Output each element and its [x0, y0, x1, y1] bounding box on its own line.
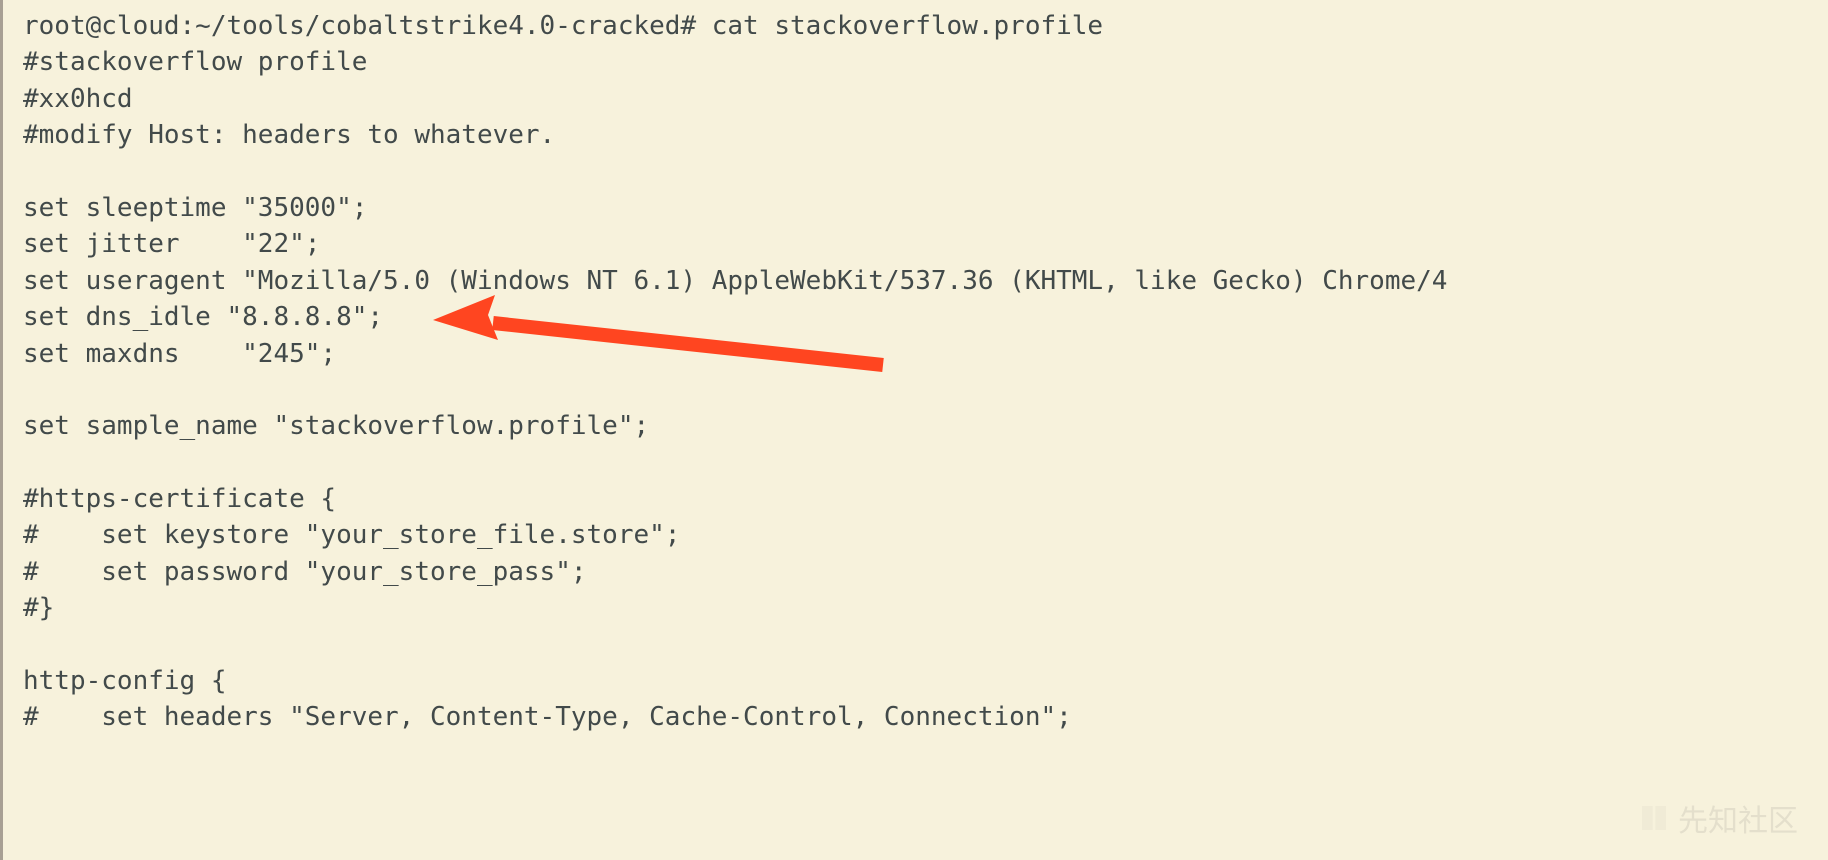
terminal-line: # set password "your_store_pass";	[23, 554, 1808, 590]
terminal-line	[23, 154, 1808, 190]
watermark: 先知社区	[1638, 796, 1798, 840]
terminal-line: #https-certificate {	[23, 481, 1808, 517]
terminal-line	[23, 372, 1808, 408]
watermark-text: 先知社区	[1678, 796, 1798, 840]
watermark-icon	[1638, 802, 1670, 834]
terminal-output: root@cloud:~/tools/cobaltstrike4.0-crack…	[23, 8, 1808, 736]
terminal-line	[23, 445, 1808, 481]
terminal-line: http-config {	[23, 663, 1808, 699]
terminal-line: # set keystore "your_store_file.store";	[23, 517, 1808, 553]
terminal-line: root@cloud:~/tools/cobaltstrike4.0-crack…	[23, 8, 1808, 44]
terminal-line: #modify Host: headers to whatever.	[23, 117, 1808, 153]
terminal-line: set useragent "Mozilla/5.0 (Windows NT 6…	[23, 263, 1808, 299]
terminal-line: #}	[23, 590, 1808, 626]
arrow-annotation-icon	[433, 295, 893, 382]
terminal-line: # set headers "Server, Content-Type, Cac…	[23, 699, 1808, 735]
terminal-line: set sample_name "stackoverflow.profile";	[23, 408, 1808, 444]
terminal-line: set sleeptime "35000";	[23, 190, 1808, 226]
terminal-line: set dns_idle "8.8.8.8";	[23, 299, 1808, 335]
terminal-line: set jitter "22";	[23, 226, 1808, 262]
terminal-line: set maxdns "245";	[23, 336, 1808, 372]
terminal-line: #xx0hcd	[23, 81, 1808, 117]
terminal-line	[23, 627, 1808, 663]
terminal-line: #stackoverflow profile	[23, 44, 1808, 80]
